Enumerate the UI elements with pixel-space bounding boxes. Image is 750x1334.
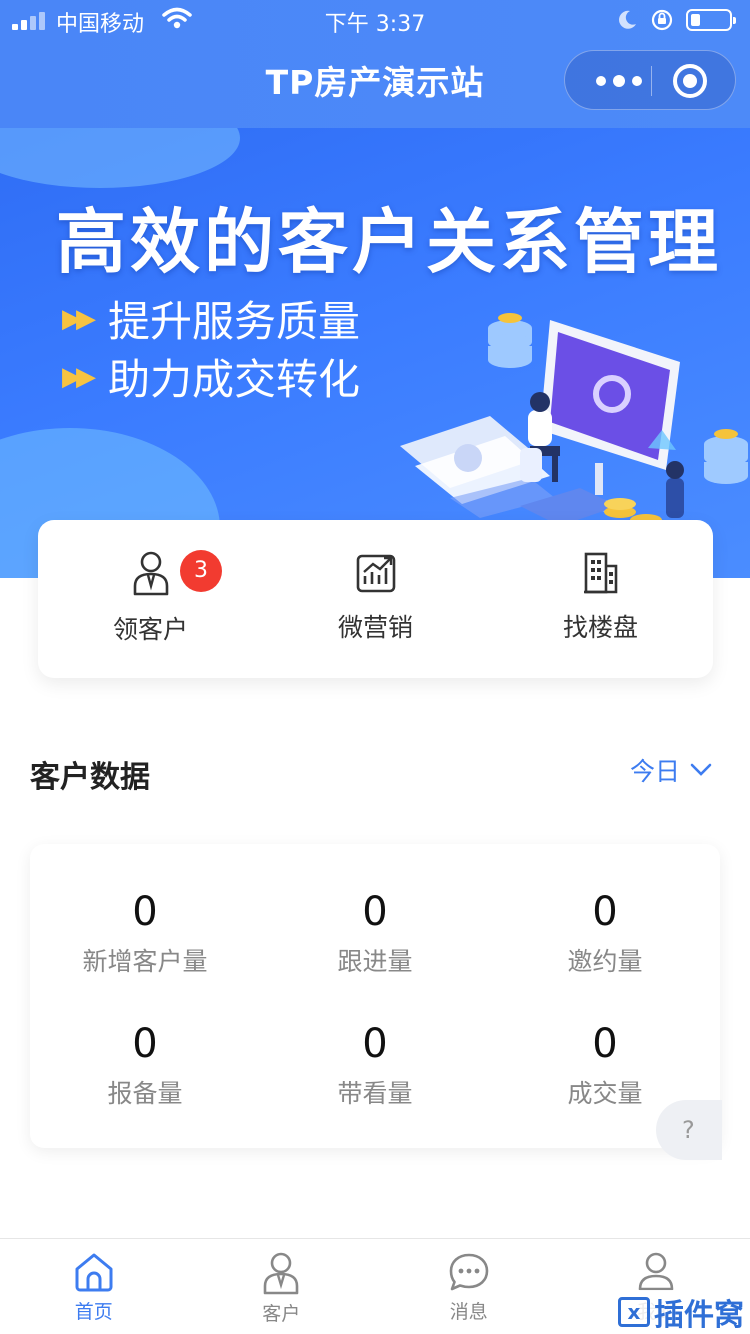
building-icon [583,552,617,594]
marketing-chart-icon [356,554,395,593]
moon-icon [619,10,636,29]
more-menu-icon[interactable] [589,51,649,111]
top-bar: 中国移动 下午 3:37 TP房产演示站 [0,0,750,128]
stat-filings[interactable]: 0 报备量 [30,1020,260,1110]
banner-decoration [0,128,240,188]
tab-label: 客户 [262,1303,301,1325]
miniprogram-capsule [564,50,736,110]
quick-menu-micro-marketing[interactable]: 微营销 [263,520,488,678]
watermark-text: 插件窝 [654,1298,744,1333]
customer-icon [133,551,168,596]
user-icon [638,1252,674,1291]
watermark-logo: x 插件窝 [614,1290,748,1334]
hero-banner[interactable]: 高效的客户关系管理 ▶▶ 提升服务质量 ▶▶ 助力成交转化 [0,128,750,578]
help-button[interactable]: ? [656,1100,722,1160]
quick-menu-label: 找楼盘 [562,613,638,642]
banner-bullet-text: 提升服务质量 [108,297,361,346]
banner-bullet: ▶▶ 提升服务质量 [62,288,360,349]
stat-label: 新增客户量 [82,947,208,976]
banner-bullet: ▶▶ 助力成交转化 [62,346,360,407]
stat-value: 0 [592,889,618,935]
quick-menu: 领客户 3 微营销 找楼盘 [38,520,713,678]
quick-menu-find-properties[interactable]: 找楼盘 [488,520,713,678]
rotation-lock-icon [651,9,673,31]
customer-stats-card: 0 新增客户量 0 跟进量 0 邀约量 0 报备量 0 带看量 0 成交量 ? [30,844,722,1160]
customer-icon [263,1252,299,1295]
quick-menu-get-customers[interactable]: 领客户 3 [38,520,263,678]
double-arrow-icon: ▶▶ [62,303,96,334]
banner-headline: 高效的客户关系管理 [56,201,722,283]
notification-badge: 3 [180,550,222,592]
stat-new-customers[interactable]: 0 新增客户量 [30,888,260,978]
capsule-divider [651,66,652,96]
tab-home[interactable]: 首页 [0,1239,188,1334]
double-arrow-icon: ▶▶ [62,361,96,392]
message-icon [449,1253,489,1291]
stat-label: 邀约量 [567,947,643,976]
stat-label: 报备量 [107,1079,183,1108]
close-miniprogram-icon[interactable] [673,64,707,98]
tab-label: 首页 [74,1301,113,1323]
tab-customers[interactable]: 客户 [188,1239,376,1334]
stat-value: 0 [362,1021,388,1067]
battery-icon [686,9,736,31]
stat-value: 0 [592,1021,618,1067]
section-title: 客户数据 [30,760,150,795]
stat-label: 跟进量 [337,947,413,976]
stat-value: 0 [132,1021,158,1067]
stat-viewings[interactable]: 0 带看量 [260,1020,490,1110]
stat-value: 0 [362,889,388,935]
watermark-icon: x [618,1297,650,1327]
stat-label: 带看量 [337,1079,413,1108]
stat-value: 0 [132,889,158,935]
stat-invitations[interactable]: 0 邀约量 [490,888,720,978]
stat-deals[interactable]: 0 成交量 [490,1020,720,1110]
chevron-down-icon [690,763,712,776]
home-icon [75,1253,113,1292]
stat-follow-ups[interactable]: 0 跟进量 [260,888,490,978]
date-filter-label: 今日 [629,757,680,786]
tab-label: 消息 [449,1301,488,1323]
quick-menu-label: 领客户 [112,615,188,644]
tab-messages[interactable]: 消息 [375,1239,563,1334]
status-bar: 中国移动 下午 3:37 [0,0,750,40]
date-filter-dropdown[interactable]: 今日 [630,752,712,788]
banner-bullet-text: 助力成交转化 [108,355,361,404]
quick-menu-label: 微营销 [337,613,413,642]
